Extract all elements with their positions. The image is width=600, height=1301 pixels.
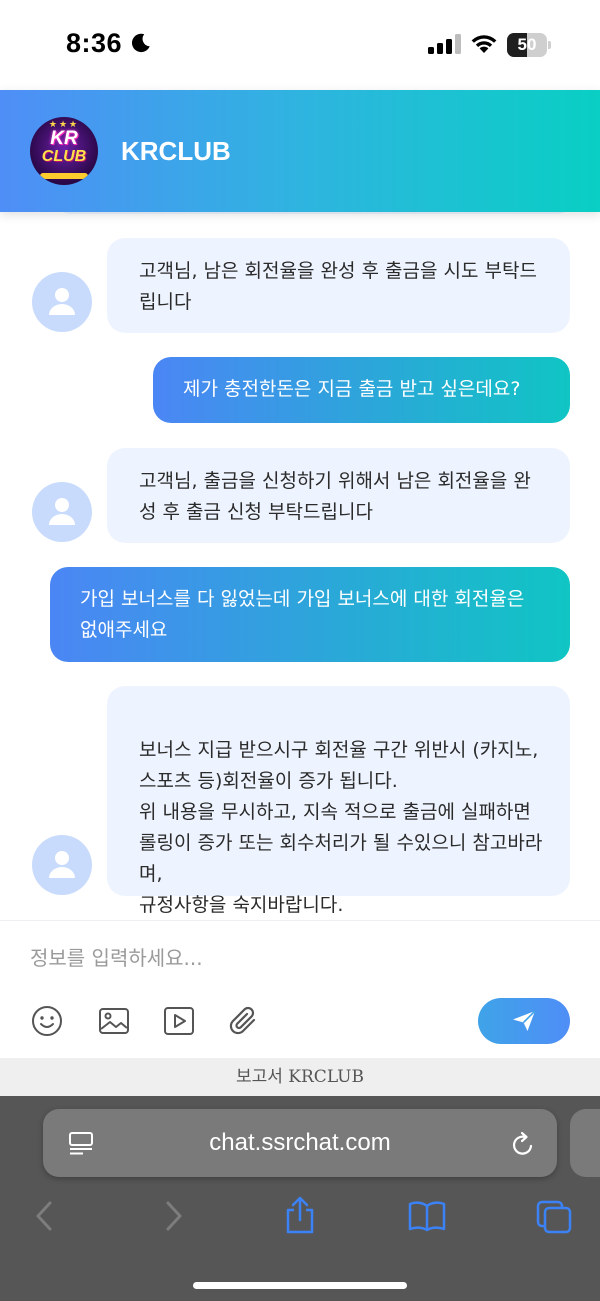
battery-icon: 50 xyxy=(507,33,551,57)
address-bar[interactable]: chat.ssrchat.com xyxy=(43,1109,557,1177)
share-icon[interactable] xyxy=(284,1196,316,1234)
message-text: 가입 보너스를 다 잃었는데 가입 보너스에 대한 회전율은 없애주세요 xyxy=(80,588,525,641)
user-message: 제가 충전한돈은 지금 출금 받고 싶은데요? xyxy=(153,357,570,423)
logo-text-club: CLUB xyxy=(41,148,87,165)
status-time: 8:36 xyxy=(66,28,123,58)
bookmarks-icon[interactable] xyxy=(408,1200,446,1232)
page: 8:36 50 ★★★ KR CLUB KRCLUB 고객님, 남은 회전율을 … xyxy=(0,0,600,1301)
message-input[interactable] xyxy=(30,941,570,975)
agent-message: 고객님, 남은 회전율을 완성 후 출금을 시도 부탁드립니다 xyxy=(107,238,570,333)
url-text: chat.ssrchat.com xyxy=(209,1129,391,1156)
next-tab-pill[interactable] xyxy=(570,1109,600,1177)
wifi-icon xyxy=(471,35,497,53)
krclub-logo: ★★★ KR CLUB xyxy=(30,117,98,185)
user-message: 가입 보너스를 다 잃었는데 가입 보너스에 대한 회전율은 없애주세요 xyxy=(50,567,570,662)
chat-title: KRCLUB xyxy=(121,136,231,166)
moon-icon xyxy=(131,33,150,53)
signal-icon xyxy=(428,34,461,54)
status-bar: 8:36 50 xyxy=(0,0,600,90)
agent-message: 고객님, 출금을 신청하기 위해서 남은 회전율을 완성 후 출금 신청 부탁드… xyxy=(107,448,570,543)
send-icon xyxy=(513,1010,536,1031)
reload-icon[interactable] xyxy=(511,1131,535,1157)
attachment-icon[interactable] xyxy=(228,1005,260,1037)
composer xyxy=(0,920,600,1058)
message-list[interactable]: 고객님, 남은 회전율을 완성 후 출금을 시도 부탁드립니다 제가 충전한돈은… xyxy=(0,212,600,920)
browser-toolbar: chat.ssrchat.com xyxy=(0,1096,600,1301)
previous-message-edge xyxy=(58,212,570,214)
forward-icon[interactable] xyxy=(164,1200,184,1232)
message-text: 보너스 지급 받으시구 회전율 구간 위반시 (카지노, 스포츠 등)회전율이 … xyxy=(139,739,543,916)
message-text: 고객님, 남은 회전율을 완성 후 출금을 시도 부탁드립니다 xyxy=(139,260,537,313)
video-icon[interactable] xyxy=(163,1005,195,1037)
back-icon[interactable] xyxy=(34,1200,54,1232)
logo-text-kr: KR xyxy=(50,128,78,149)
chat-header: ★★★ KR CLUB KRCLUB xyxy=(0,90,600,212)
emoji-icon[interactable] xyxy=(31,1005,63,1037)
send-button[interactable] xyxy=(478,998,570,1044)
agent-avatar xyxy=(32,272,92,332)
message-text: 제가 충전한돈은 지금 출금 받고 싶은데요? xyxy=(183,378,521,400)
image-icon[interactable] xyxy=(98,1005,130,1037)
footer-credit: 보고서 KRCLUB xyxy=(0,1058,600,1096)
agent-avatar xyxy=(32,835,92,895)
tabs-icon[interactable] xyxy=(536,1200,572,1234)
agent-avatar xyxy=(32,482,92,542)
agent-message: 보너스 지급 받으시구 회전율 구간 위반시 (카지노, 스포츠 등)회전율이 … xyxy=(107,686,570,916)
message-text: 고객님, 출금을 신청하기 위해서 남은 회전율을 완성 후 출금 신청 부탁드… xyxy=(139,470,531,523)
battery-level: 50 xyxy=(517,35,537,54)
home-indicator[interactable] xyxy=(193,1282,407,1289)
